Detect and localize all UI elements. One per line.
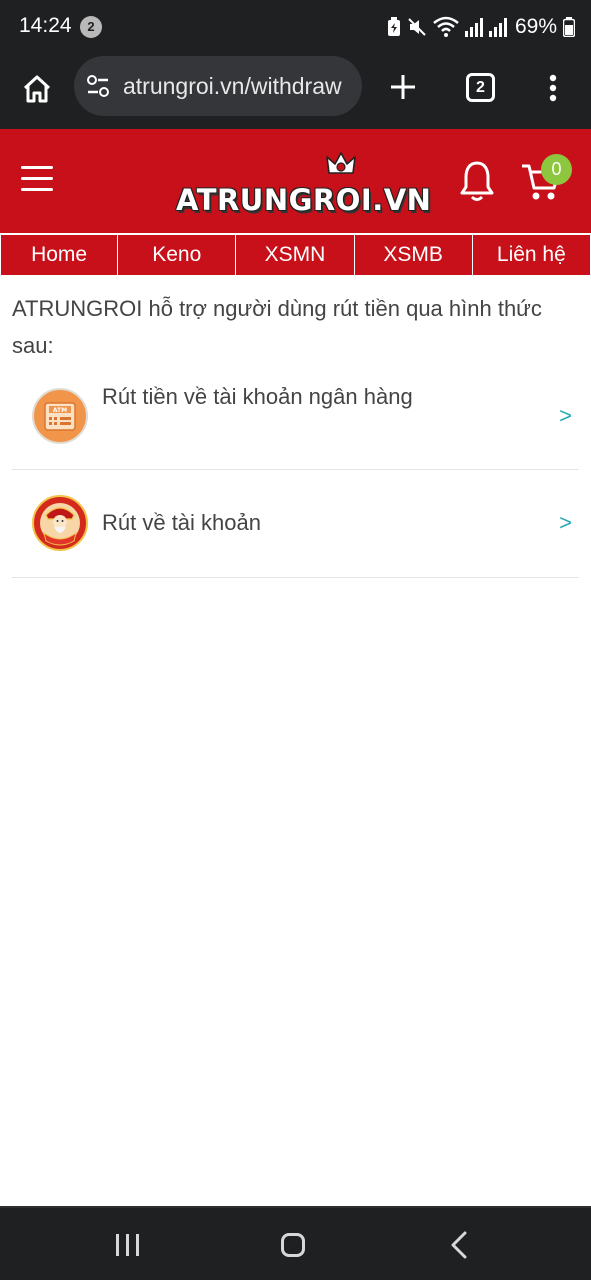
- nav-tab-xsmb[interactable]: XSMB: [355, 235, 473, 275]
- atm-icon: ATM: [32, 388, 88, 444]
- wifi-icon: [433, 16, 459, 37]
- back-icon[interactable]: [450, 1231, 468, 1259]
- atm-icon-label: ATM: [53, 407, 67, 414]
- recent-apps-icon[interactable]: [116, 1234, 140, 1256]
- bell-icon[interactable]: [459, 160, 495, 202]
- nav-tab-home[interactable]: Home: [0, 235, 119, 275]
- system-nav-bar: [0, 1206, 591, 1280]
- mute-icon: [408, 18, 426, 36]
- site-logo[interactable]: ATRUNGROI.VN: [176, 149, 431, 219]
- chevron-right-icon: >: [559, 510, 572, 535]
- more-vert-icon: [549, 74, 557, 102]
- withdraw-option-bank-label: Rút tiền về tài khoản ngân hàng: [102, 384, 413, 409]
- withdraw-option-account[interactable]: Rút về tài khoản >: [12, 470, 579, 578]
- site-header: ATRUNGROI.VN: [0, 129, 591, 233]
- home-icon: [23, 75, 51, 103]
- status-icons: 69%: [387, 14, 575, 40]
- browser-toolbar: atrungroi.vn/withdraw 2: [0, 54, 591, 129]
- browser-home-button[interactable]: [14, 66, 60, 112]
- status-bar: 14:24 2 69%: [0, 0, 591, 54]
- battery-saver-icon: [387, 17, 400, 36]
- main-nav: Home Keno XSMN XSMB Liên hệ: [0, 233, 591, 275]
- battery-percentage: 69%: [514, 15, 557, 38]
- url-text[interactable]: atrungroi.vn/withdraw: [123, 73, 355, 100]
- logo-text: ATRUNGROI.VN: [176, 183, 432, 217]
- signal-icon-2: [488, 18, 507, 37]
- nav-tab-contact[interactable]: Liên hệ: [473, 235, 591, 275]
- site-settings-icon[interactable]: [86, 74, 110, 98]
- address-bar[interactable]: atrungroi.vn/withdraw: [74, 56, 362, 116]
- withdraw-option-bank[interactable]: ATM Rút tiền về tài khoản ngân hàng >: [12, 370, 579, 470]
- nav-tab-xsmn[interactable]: XSMN: [236, 235, 355, 275]
- withdraw-option-account-label: Rút về tài khoản: [102, 510, 261, 535]
- god-of-wealth-icon: [32, 495, 88, 551]
- new-tab-button[interactable]: [382, 66, 424, 108]
- signal-icon: [464, 18, 483, 37]
- system-home-icon[interactable]: [281, 1233, 305, 1257]
- battery-icon: [563, 17, 575, 37]
- chevron-right-icon: >: [559, 403, 572, 428]
- withdraw-intro-text: ATRUNGROI hỗ trợ người dùng rút tiền qua…: [12, 296, 542, 358]
- status-time: 14:24: [19, 14, 72, 37]
- tab-switcher-button[interactable]: 2: [466, 73, 495, 102]
- hamburger-menu-icon[interactable]: [21, 166, 53, 192]
- crown-icon: [326, 152, 356, 174]
- nav-tab-keno[interactable]: Keno: [118, 235, 237, 275]
- notification-count-badge: 2: [80, 16, 102, 38]
- browser-menu-button[interactable]: [540, 68, 566, 108]
- plus-icon: [391, 75, 415, 99]
- cart-count-badge: 0: [541, 154, 572, 185]
